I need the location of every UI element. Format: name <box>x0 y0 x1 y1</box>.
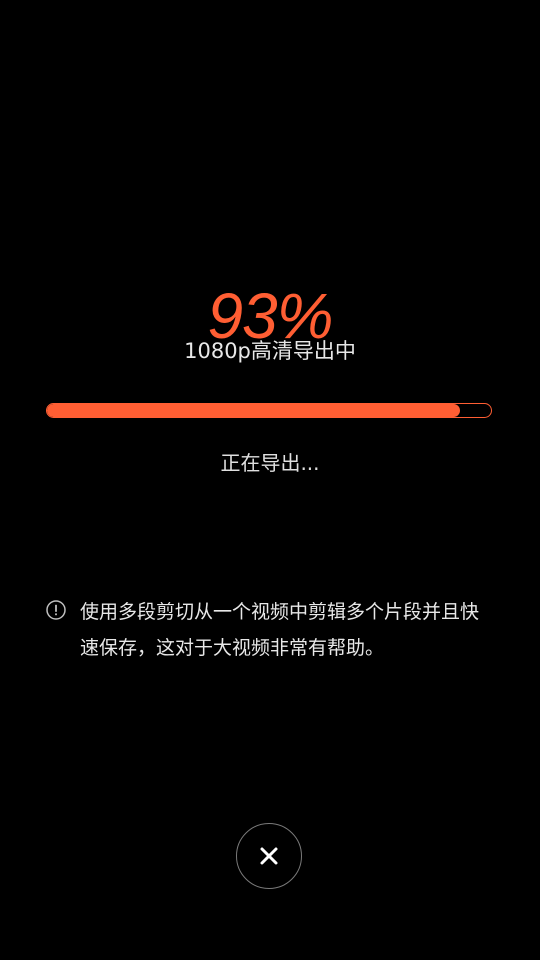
tip-text: 使用多段剪切从一个视频中剪辑多个片段并且快速保存，这对于大视频非常有帮助。 <box>80 601 480 659</box>
close-button[interactable] <box>236 823 302 889</box>
export-status-text: 正在导出... <box>220 451 320 475</box>
tip-message: 使用多段剪切从一个视频中剪辑多个片段并且快速保存，这对于大视频非常有帮助。 <box>46 594 496 666</box>
close-icon <box>260 847 278 865</box>
export-progress-bar <box>46 403 492 418</box>
export-quality-label: 1080p高清导出中 <box>184 339 356 363</box>
info-icon <box>46 600 66 620</box>
export-progress-screen: 93% 1080p高清导出中 正在导出... 使用多段剪切从一个视频中剪辑多个片… <box>0 0 540 960</box>
export-progress-fill <box>47 404 460 417</box>
